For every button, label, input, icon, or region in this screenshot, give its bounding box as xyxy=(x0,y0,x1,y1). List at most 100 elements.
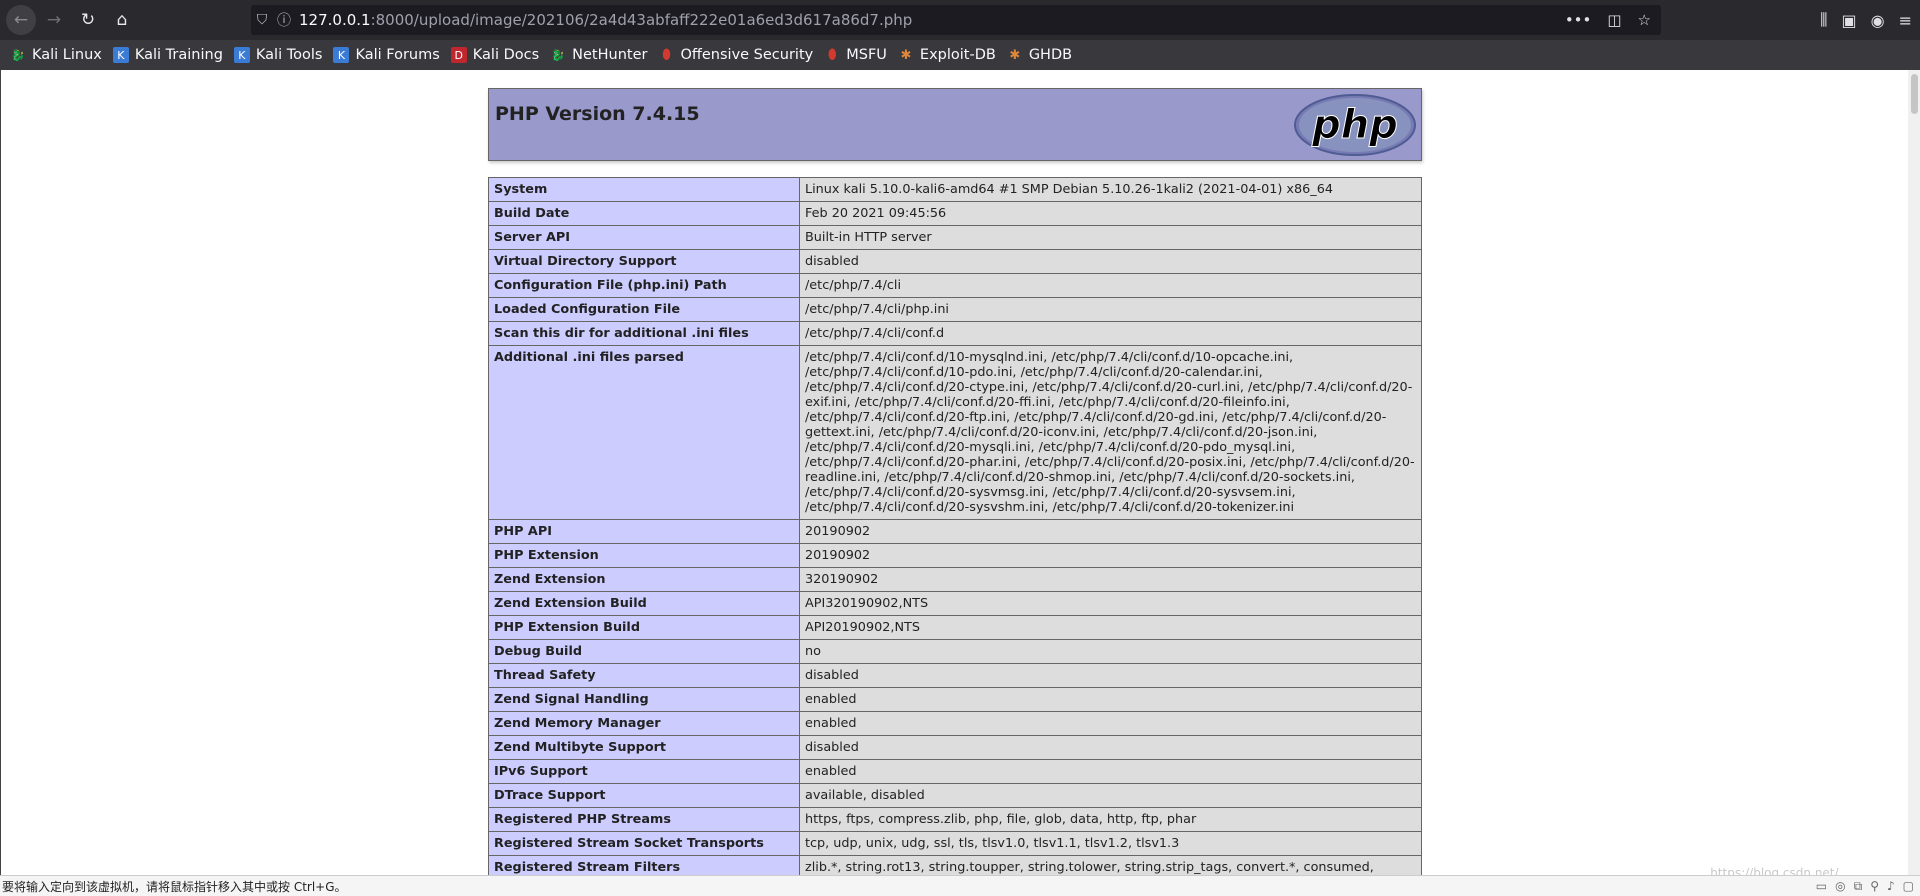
bookmark-kali-linux[interactable]: 🐉 Kali Linux xyxy=(10,47,102,63)
row-value: tcp, udp, unix, udg, ssl, tls, tlsv1.0, … xyxy=(799,831,1422,856)
row-value: https, ftps, compress.zlib, php, file, g… xyxy=(799,807,1422,832)
row-key: Zend Extension Build xyxy=(488,591,800,616)
row-key: Thread Safety xyxy=(488,663,800,688)
table-row: Additional .ini files parsed/etc/php/7.4… xyxy=(488,345,1422,520)
bookmark-label: NetHunter xyxy=(572,47,648,63)
vertical-scrollbar[interactable] xyxy=(1908,70,1920,875)
row-key: Loaded Configuration File xyxy=(488,297,800,322)
cd-icon[interactable]: ◎ xyxy=(1835,879,1845,893)
reload-button[interactable]: ↻ xyxy=(72,4,104,36)
bookmark-msfu[interactable]: ⬮ MSFU xyxy=(824,47,887,63)
php-logo-icon[interactable]: php xyxy=(1293,93,1417,157)
table-row: Registered Stream Filters zlib.*, string.… xyxy=(488,855,1422,875)
row-value: /etc/php/7.4/cli/conf.d xyxy=(799,321,1422,346)
table-row: Zend Extension 320190902 xyxy=(488,567,1422,592)
bookmark-kali-training[interactable]: K Kali Training xyxy=(112,47,223,63)
row-key: PHP Extension xyxy=(488,543,800,568)
table-row: Registered Stream Socket Transports tcp, … xyxy=(488,831,1422,856)
row-key: Zend Signal Handling xyxy=(488,687,800,712)
row-value: /etc/php/7.4/cli xyxy=(799,273,1422,298)
row-value: enabled xyxy=(799,759,1422,784)
row-key: Zend Extension xyxy=(488,567,800,592)
row-value: /etc/php/7.4/cli/php.ini xyxy=(799,297,1422,322)
row-key: Additional .ini files parsed xyxy=(488,345,800,520)
page-actions-icon[interactable]: ••• xyxy=(1565,11,1592,29)
status-text: 要将输入定向到该虚拟机，请将鼠标指针移入其中或按 Ctrl+G。 xyxy=(2,879,347,894)
display-icon[interactable]: ▢ xyxy=(1903,879,1914,893)
nethunter-icon: 🐉 xyxy=(551,48,565,62)
row-value: enabled xyxy=(799,687,1422,712)
forward-button[interactable]: → xyxy=(38,4,70,36)
row-key: Zend Memory Manager xyxy=(488,711,800,736)
url-host: 127.0.0.1 xyxy=(299,11,371,29)
page-viewport: PHP Version 7.4.15 php System Linux kali … xyxy=(0,70,1920,875)
bookmark-star-icon[interactable]: ☆ xyxy=(1638,11,1651,29)
kali-docs-icon: D xyxy=(450,47,467,63)
row-key: Registered Stream Filters xyxy=(488,855,800,875)
network-icon[interactable]: ⧉ xyxy=(1854,879,1863,894)
bookmark-label: Kali Docs xyxy=(472,47,540,63)
row-value: 320190902 xyxy=(799,567,1422,592)
back-button[interactable]: ← xyxy=(6,5,36,35)
bookmark-exploit-db[interactable]: ✱ Exploit-DB xyxy=(898,47,996,63)
menu-icon[interactable]: ≡ xyxy=(1899,11,1912,30)
sound-icon[interactable]: ♪ xyxy=(1887,879,1895,893)
table-row: Loaded Configuration File/etc/php/7.4/cl… xyxy=(488,297,1422,322)
bookmark-kali-forums[interactable]: K Kali Forums xyxy=(333,47,440,63)
bookmark-kali-tools[interactable]: K Kali Tools xyxy=(233,47,322,63)
row-value: 20190902 xyxy=(799,519,1422,544)
site-info-icon[interactable]: ⓘ xyxy=(273,10,295,30)
url-actions: ••• ◫ ☆ xyxy=(1565,5,1651,35)
row-key: Zend Multibyte Support xyxy=(488,735,800,760)
row-value: Built-in HTTP server xyxy=(799,225,1422,250)
library-icon[interactable]: ⫼ xyxy=(1820,10,1827,30)
hard-disk-icon[interactable]: ▭ xyxy=(1816,879,1827,893)
bookmark-label: MSFU xyxy=(846,47,887,63)
table-row: Zend Extension Build API320190902,NTS xyxy=(488,591,1422,616)
table-row: PHP Extension 20190902 xyxy=(488,543,1422,568)
url-bar[interactable]: ⛉ ⓘ 127.0.0.1:8000/upload/image/202106/2… xyxy=(251,5,1661,35)
table-row: Zend Memory Manager enabled xyxy=(488,711,1422,736)
row-key: PHP API xyxy=(488,519,800,544)
row-value: /etc/php/7.4/cli/conf.d/10-mysqlnd.ini, … xyxy=(799,345,1422,520)
row-value: available, disabled xyxy=(799,783,1422,808)
reload-icon: ↻ xyxy=(80,10,96,30)
kali-training-icon: K xyxy=(112,47,129,63)
row-key: Build Date xyxy=(488,201,800,226)
table-row: Server API Built-in HTTP server xyxy=(488,225,1422,250)
kali-dragon-icon: 🐉 xyxy=(11,48,25,62)
row-key: Debug Build xyxy=(488,639,800,664)
bookmark-kali-docs[interactable]: D Kali Docs xyxy=(450,47,540,63)
pocket-icon[interactable]: ◫ xyxy=(1607,11,1621,29)
bookmark-ghdb[interactable]: ✱ GHDB xyxy=(1007,47,1072,63)
table-row: Scan this dir for additional .ini files /… xyxy=(488,321,1422,346)
bookmark-label: Exploit-DB xyxy=(919,47,996,63)
php-version-header: PHP Version 7.4.15 php xyxy=(488,88,1422,161)
table-row: IPv6 Support enabled xyxy=(488,759,1422,784)
row-key: PHP Extension Build xyxy=(488,615,800,640)
tracking-protection-icon[interactable]: ⛉ xyxy=(251,12,273,28)
row-key: Scan this dir for additional .ini files xyxy=(488,321,800,346)
kali-tools-icon: K xyxy=(233,47,250,63)
php-info-table: System Linux kali 5.10.0-kali6-amd64 #1 S… xyxy=(488,177,1422,875)
php-logo-text: php xyxy=(1311,102,1398,148)
row-key: IPv6 Support xyxy=(488,759,800,784)
bookmark-nethunter[interactable]: 🐉 NetHunter xyxy=(550,47,647,63)
bookmark-label: Kali Training xyxy=(134,47,223,63)
bookmark-label: Kali Linux xyxy=(32,47,102,63)
table-row: System Linux kali 5.10.0-kali6-amd64 #1 S… xyxy=(488,177,1422,202)
vm-status-bar: 要将输入定向到该虚拟机，请将鼠标指针移入其中或按 Ctrl+G。 ▭ ◎ ⧉ ⚲… xyxy=(0,875,1920,896)
usb-icon[interactable]: ⚲ xyxy=(1870,879,1879,893)
home-button[interactable]: ⌂ xyxy=(106,4,138,36)
arrow-left-icon: ← xyxy=(13,10,29,30)
url-text[interactable]: 127.0.0.1:8000/upload/image/202106/2a4d4… xyxy=(299,11,912,29)
bookmark-offensive-security[interactable]: ⬮ Offensive Security xyxy=(658,47,813,63)
table-row: PHP Extension Build API20190902,NTS xyxy=(488,615,1422,640)
table-row: Zend Multibyte Support disabled xyxy=(488,735,1422,760)
msfu-icon: ⬮ xyxy=(827,47,837,63)
ghdb-icon: ✱ xyxy=(1009,47,1021,63)
sidebar-icon[interactable]: ▣ xyxy=(1842,11,1857,30)
row-value: API20190902,NTS xyxy=(799,615,1422,640)
scrollbar-thumb[interactable] xyxy=(1911,74,1918,114)
account-icon[interactable]: ◉ xyxy=(1871,11,1885,30)
